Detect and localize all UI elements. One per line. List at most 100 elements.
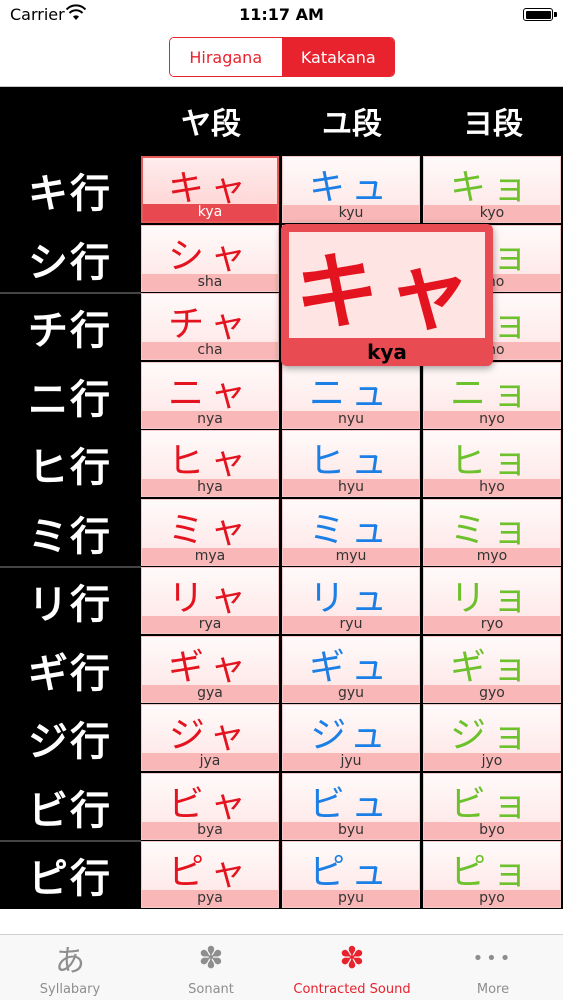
- kana-glyph: ミャ: [167, 509, 252, 551]
- kana-cell-hyu[interactable]: ヒュ hyu: [282, 430, 420, 497]
- romaji-label: nyu: [283, 410, 419, 428]
- battery-icon: [523, 8, 557, 21]
- group-separator: [0, 566, 141, 568]
- hiragana-a-icon: あ: [55, 944, 85, 979]
- tab-contracted-sound[interactable]: ✽ Contracted Sound: [282, 935, 422, 1001]
- more-dots-icon: •••: [472, 947, 514, 969]
- kana-cell-pyo[interactable]: ピョ pyo: [423, 841, 561, 908]
- kana-cell-hya[interactable]: ヒャ hya: [141, 430, 279, 497]
- row-label: ジ行: [28, 719, 112, 766]
- kana-cell-kyo[interactable]: キョ kyo: [423, 156, 561, 223]
- romaji-label: gyo: [424, 684, 560, 702]
- kana-glyph: ピョ: [449, 852, 534, 893]
- kana-cell-gyo[interactable]: ギョ gyo: [423, 635, 561, 703]
- kana-glyph: ミュ: [308, 509, 393, 551]
- kana-cell-kya[interactable]: キャ kya: [141, 156, 279, 223]
- kana-glyph: ビョ: [449, 783, 534, 825]
- column-header-yu: ユ段: [282, 87, 422, 155]
- kana-cell-mya[interactable]: ミャ mya: [141, 498, 279, 566]
- tab-syllabary[interactable]: あ Syllabary: [0, 935, 140, 1001]
- kana-cell-pyu[interactable]: ピュ pyu: [282, 841, 420, 908]
- kana-glyph: ビュ: [308, 783, 393, 825]
- kana-glyph: シャ: [167, 235, 252, 277]
- row-label: シ行: [28, 239, 112, 286]
- row-label: リ行: [28, 582, 112, 629]
- kana-cell-cha[interactable]: チャ cha: [141, 293, 279, 360]
- kana-cell-rya[interactable]: リャ rya: [141, 567, 279, 634]
- kana-cell-jya[interactable]: ジャ jya: [141, 704, 279, 771]
- column-header-ya: ヤ段: [141, 87, 281, 155]
- kana-table: ヤ段 ユ段 ヨ段 キ行キャkyaキュkyuキョkyoシ行シャshaシュshuショ…: [0, 87, 563, 909]
- kana-glyph: ヒョ: [449, 441, 534, 482]
- tab-label: Syllabary: [39, 982, 101, 997]
- script-segmented-control: Hiragana Katakana: [169, 37, 395, 77]
- segment-katakana[interactable]: Katakana: [282, 38, 394, 76]
- tab-label: More: [476, 982, 510, 997]
- kana-glyph: ヒャ: [167, 441, 252, 482]
- kana-cell-myo[interactable]: ミョ myo: [423, 498, 561, 566]
- romaji-label: jya: [142, 753, 278, 770]
- kana-glyph: キャ: [167, 168, 252, 209]
- kana-cell-nya[interactable]: ニャ nya: [141, 361, 279, 429]
- kana-cell-sha[interactable]: シャ sha: [141, 224, 279, 292]
- popup-romaji: kya: [367, 340, 407, 364]
- kana-glyph: ニャ: [167, 372, 252, 414]
- kana-glyph: ジュ: [310, 715, 392, 756]
- kana-cell-nyo[interactable]: ニョ nyo: [423, 361, 561, 429]
- kana-cell-bya[interactable]: ビャ bya: [141, 772, 279, 840]
- tab-sonant[interactable]: ✽ Sonant: [141, 935, 281, 1001]
- kana-glyph: ピャ: [167, 852, 252, 893]
- kana-cell-ryu[interactable]: リュ ryu: [282, 567, 420, 634]
- column-header-yo: ヨ段: [423, 87, 563, 155]
- romaji-label: pya: [142, 890, 278, 907]
- kana-glyph: ビャ: [167, 783, 252, 825]
- kana-cell-jyo[interactable]: ジョ jyo: [423, 704, 561, 771]
- kana-cell-hyo[interactable]: ヒョ hyo: [423, 430, 561, 497]
- row-label: キ行: [28, 171, 112, 218]
- kana-glyph: キュ: [308, 167, 393, 208]
- kana-popup: キャ kya: [281, 224, 493, 366]
- romaji-label: nyo: [424, 410, 560, 428]
- romaji-label: pyo: [424, 890, 560, 907]
- row-label: ミ行: [28, 513, 112, 560]
- kana-cell-myu[interactable]: ミュ myu: [282, 498, 420, 566]
- kana-glyph: ミョ: [449, 509, 534, 551]
- romaji-label: kyu: [283, 205, 419, 222]
- kana-cell-gya[interactable]: ギャ gya: [141, 635, 279, 703]
- romaji-label: hya: [142, 479, 278, 496]
- kana-glyph: ギャ: [167, 646, 252, 688]
- kana-cell-pya[interactable]: ピャ pya: [141, 841, 279, 908]
- segment-hiragana[interactable]: Hiragana: [170, 38, 283, 76]
- kana-glyph: ピュ: [308, 852, 393, 893]
- romaji-label: gya: [142, 684, 278, 702]
- row-label: ギ行: [28, 650, 112, 697]
- tab-more[interactable]: ••• More: [423, 935, 563, 1001]
- romaji-label: cha: [142, 342, 278, 359]
- corner-cell: [0, 87, 140, 155]
- kana-cell-gyu[interactable]: ギュ gyu: [282, 635, 420, 703]
- kana-cell-jyu[interactable]: ジュ jyu: [282, 704, 420, 771]
- romaji-label: bya: [142, 821, 278, 839]
- kana-glyph: チャ: [168, 304, 252, 345]
- tab-label: Sonant: [188, 982, 234, 997]
- romaji-label: hyu: [283, 479, 419, 496]
- kana-cell-nyu[interactable]: ニュ nyu: [282, 361, 420, 429]
- romaji-label: mya: [142, 547, 278, 565]
- row-label: チ行: [28, 308, 112, 355]
- romaji-label: ryo: [424, 616, 560, 633]
- kana-glyph: ジャ: [168, 715, 252, 756]
- kana-cell-byo[interactable]: ビョ byo: [423, 772, 561, 840]
- kana-glyph: リャ: [167, 578, 252, 619]
- kana-glyph: リョ: [449, 578, 534, 619]
- status-bar: Carrier 11:17 AM: [0, 0, 563, 30]
- romaji-label: rya: [142, 616, 278, 633]
- kana-cell-kyu[interactable]: キュ kyu: [282, 156, 420, 223]
- kana-glyph: ヒュ: [308, 441, 393, 482]
- kana-glyph: ギョ: [449, 646, 534, 688]
- kana-glyph: ニュ: [308, 372, 393, 414]
- romaji-label: kya: [143, 204, 277, 221]
- row-label: ピ行: [28, 856, 112, 903]
- kana-cell-byu[interactable]: ビュ byu: [282, 772, 420, 840]
- romaji-label: byu: [283, 821, 419, 839]
- kana-cell-ryo[interactable]: リョ ryo: [423, 567, 561, 634]
